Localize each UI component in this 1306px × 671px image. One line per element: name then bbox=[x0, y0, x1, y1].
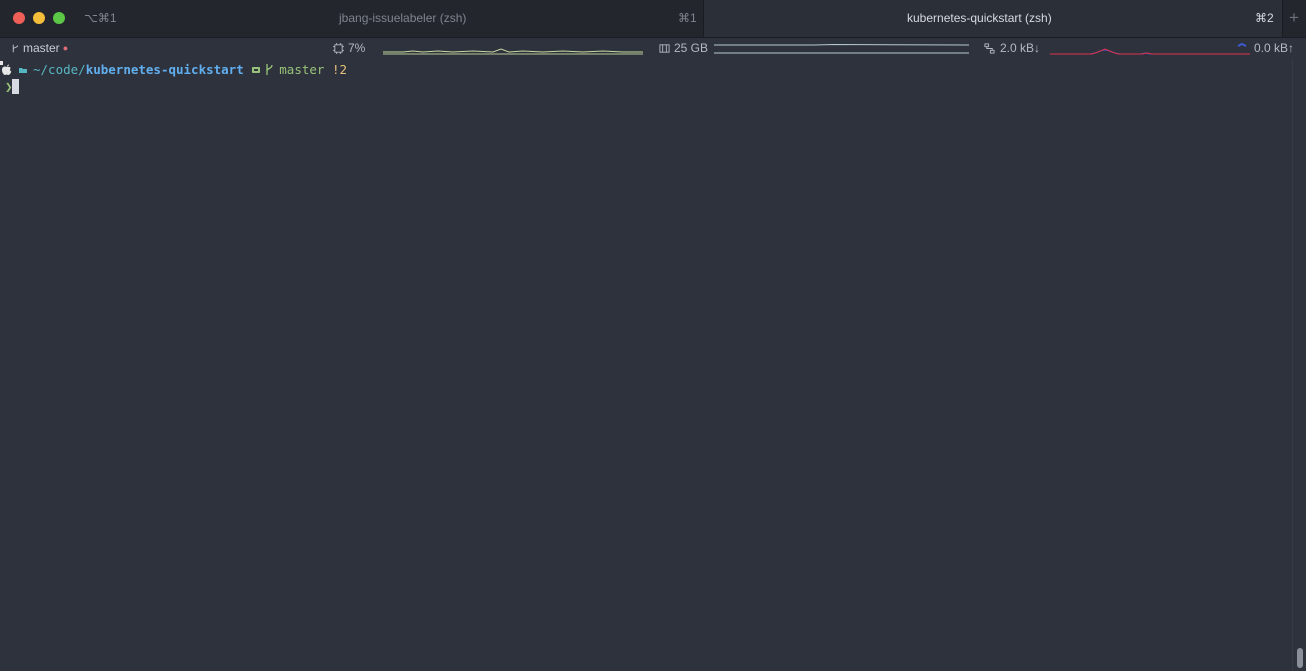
status-network-up: 0.0 kB↑ bbox=[1254, 41, 1294, 55]
git-icon bbox=[252, 67, 261, 73]
prompt-segment: ~/code/kubernetes-quickstart master !2 bbox=[19, 61, 347, 78]
network-icon bbox=[984, 43, 995, 54]
prompt-git-branch: master bbox=[279, 62, 325, 77]
terminal-window: jbang-issuelabeler (zsh) ⌘1 kubernetes-q… bbox=[0, 0, 1306, 671]
scrollbar-thumb[interactable] bbox=[1297, 648, 1303, 668]
memory-icon bbox=[659, 44, 670, 53]
tab-shortcut: ⌘2 bbox=[1255, 11, 1274, 25]
git-branch-icon bbox=[12, 44, 19, 53]
memory-value: 25 GB bbox=[674, 41, 709, 55]
apple-icon bbox=[2, 64, 12, 75]
status-bar: master ● 7% 25 GB 2.0 kB↓ 0.0 kB↑ bbox=[0, 38, 1306, 58]
terminal-output[interactable]: ~/code/kubernetes-quickstart master !2 ❯ bbox=[0, 58, 1292, 671]
status-branch[interactable]: master ● bbox=[11, 41, 68, 55]
network-down-value: 2.0 kB↓ bbox=[1000, 41, 1041, 55]
text-cursor bbox=[12, 79, 19, 94]
input-line[interactable]: ❯ bbox=[0, 78, 45, 146]
status-branch-label: master bbox=[23, 41, 60, 55]
minimize-window-button[interactable] bbox=[33, 12, 45, 24]
scrollbar[interactable] bbox=[1292, 58, 1306, 671]
tab-title: jbang-issuelabeler (zsh) bbox=[339, 11, 467, 25]
network-up-value: 0.0 kB↑ bbox=[1254, 41, 1295, 55]
prompt-path-prefix: ~/code/ bbox=[33, 62, 86, 77]
prompt-git-status: !2 bbox=[331, 62, 348, 77]
status-network-down: 2.0 kB↓ bbox=[984, 41, 1040, 55]
tab-hotkey: ⌥⌘1 bbox=[84, 11, 117, 25]
status-cpu: 7% bbox=[333, 41, 365, 55]
close-window-button[interactable] bbox=[13, 12, 25, 24]
tab-shortcut: ⌘1 bbox=[678, 11, 697, 25]
dirty-dot: ● bbox=[62, 43, 69, 53]
tab-bar: jbang-issuelabeler (zsh) ⌘1 kubernetes-q… bbox=[0, 0, 1306, 38]
cpu-value: 7% bbox=[348, 41, 366, 55]
status-memory: 25 GB bbox=[659, 41, 708, 55]
prompt-path-dir: kubernetes-quickstart bbox=[85, 62, 244, 77]
folder-icon bbox=[19, 68, 27, 73]
cpu-sparkline bbox=[383, 48, 643, 55]
new-tab-button[interactable]: + bbox=[1286, 8, 1302, 28]
tab-kubernetes-quickstart[interactable]: kubernetes-quickstart (zsh) ⌘2 bbox=[703, 0, 1283, 37]
git-branch-icon bbox=[266, 64, 273, 75]
memory-sparkline bbox=[714, 43, 969, 54]
tab-title: kubernetes-quickstart (zsh) bbox=[907, 11, 1052, 25]
prompt-marker bbox=[0, 61, 6, 65]
network-sparkline bbox=[1050, 42, 1250, 55]
cpu-chip-icon bbox=[333, 43, 344, 54]
maximize-window-button[interactable] bbox=[53, 12, 65, 24]
